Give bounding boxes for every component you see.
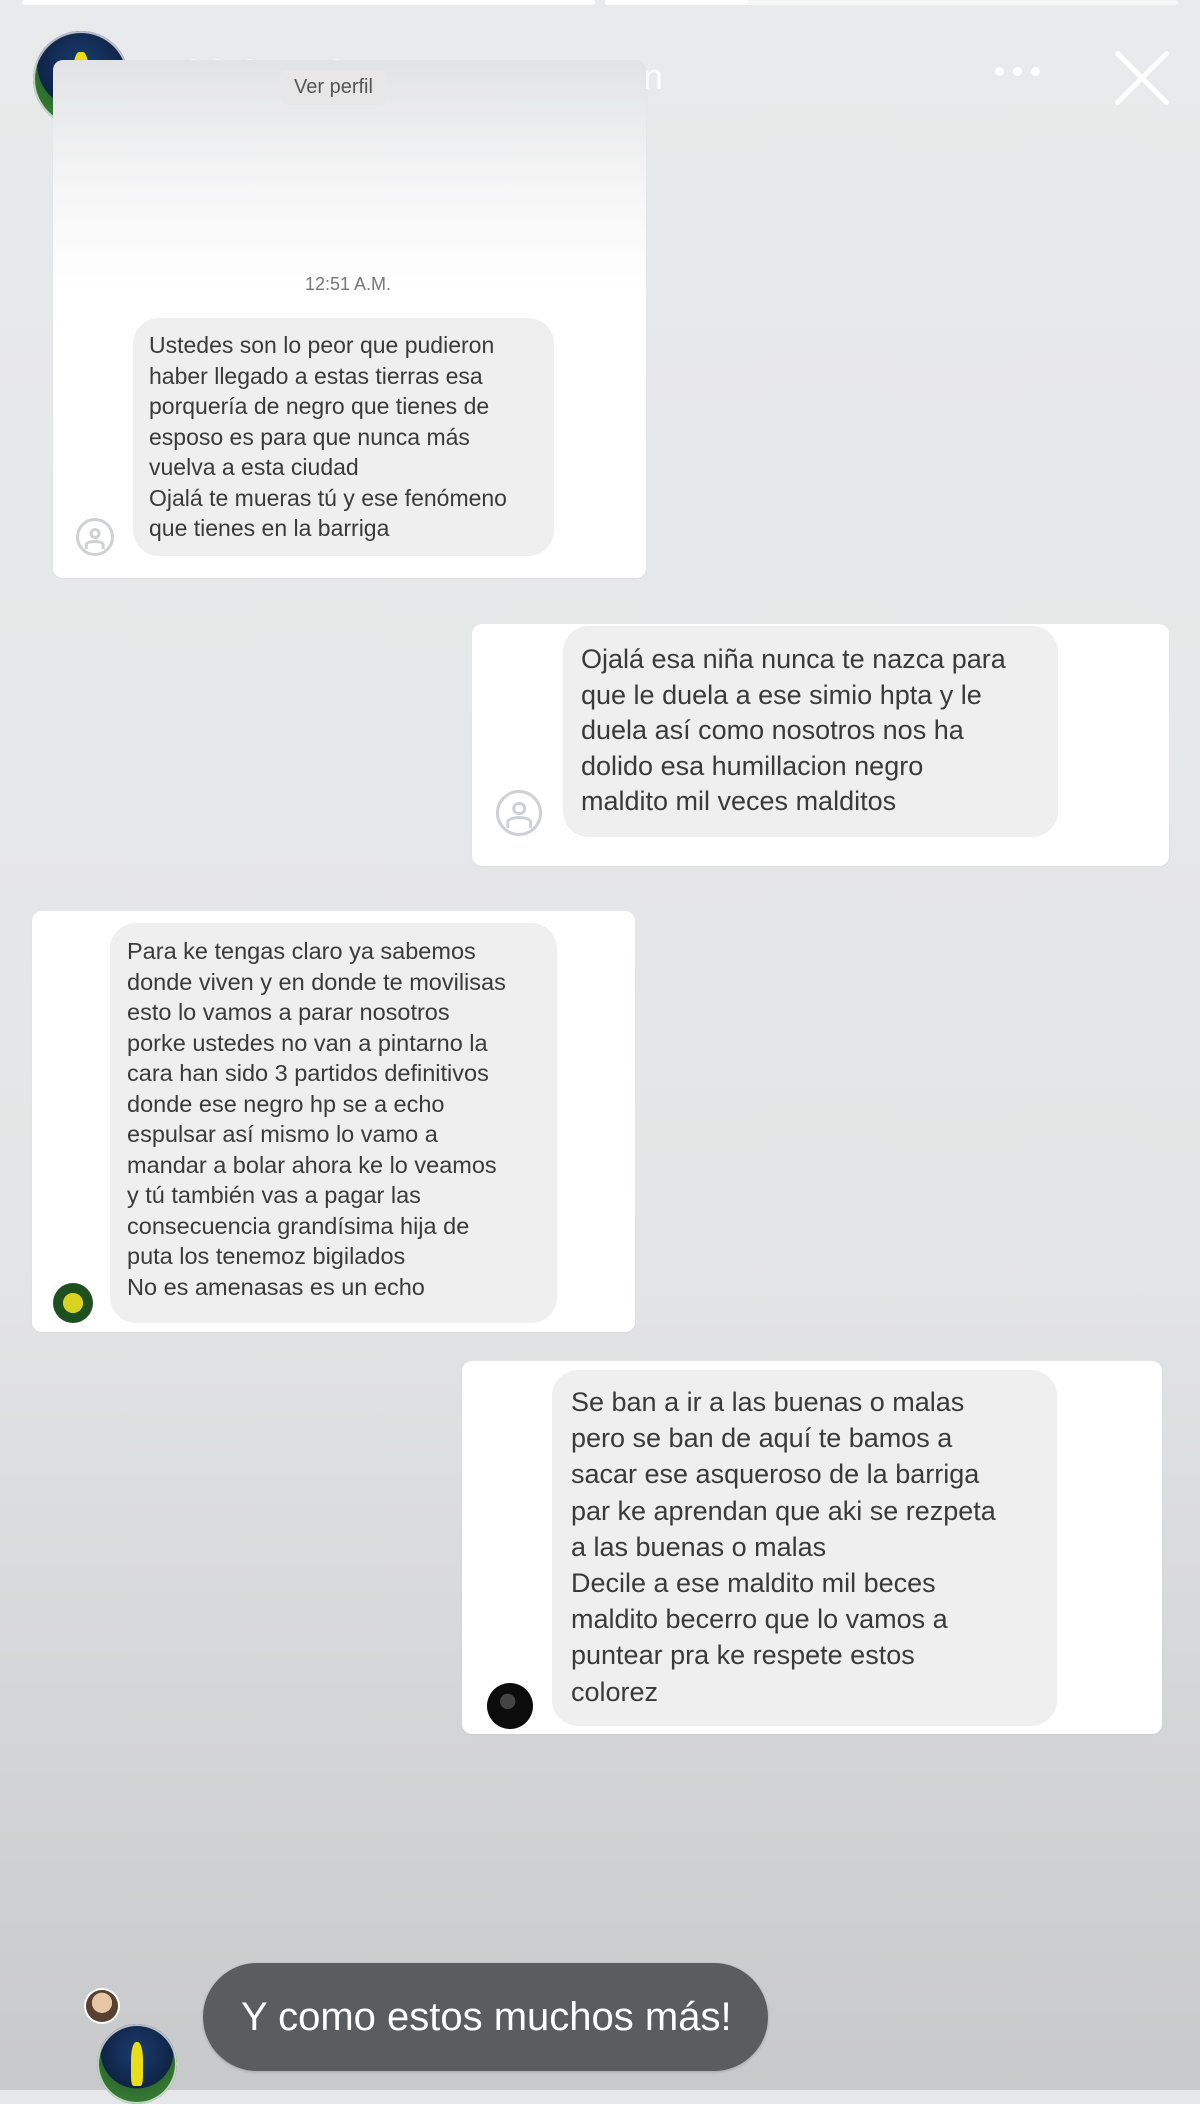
mentioned-user-avatar [86,1990,118,2022]
more-dots-icon[interactable] [995,58,1051,84]
message-bubble-2: Ojalá esa niña nunca te nazca para que l… [563,626,1058,837]
story-caption: Y como estos muchos más! [203,1963,768,2071]
sender-avatar-icon [53,1283,93,1323]
reply-avatar [97,2024,177,2104]
progress-segment-1 [22,0,595,5]
close-icon[interactable] [1110,46,1174,110]
sender-avatar-icon [496,790,542,836]
sender-avatar-icon [76,518,114,556]
message-bubble-4: Se ban a ir a las buenas o malas pero se… [552,1370,1057,1726]
message-bubble-1: Ustedes son lo peor que pudieron haber l… [133,318,554,556]
message-timestamp: 12:51 A.M. [305,274,392,294]
story-progress [22,0,1178,8]
progress-segment-2 [605,0,1178,5]
view-profile-button[interactable]: Ver perfil [280,70,387,105]
message-bubble-3: Para ke tengas claro ya sabemos donde vi… [110,923,557,1323]
sender-avatar-icon [487,1683,533,1729]
